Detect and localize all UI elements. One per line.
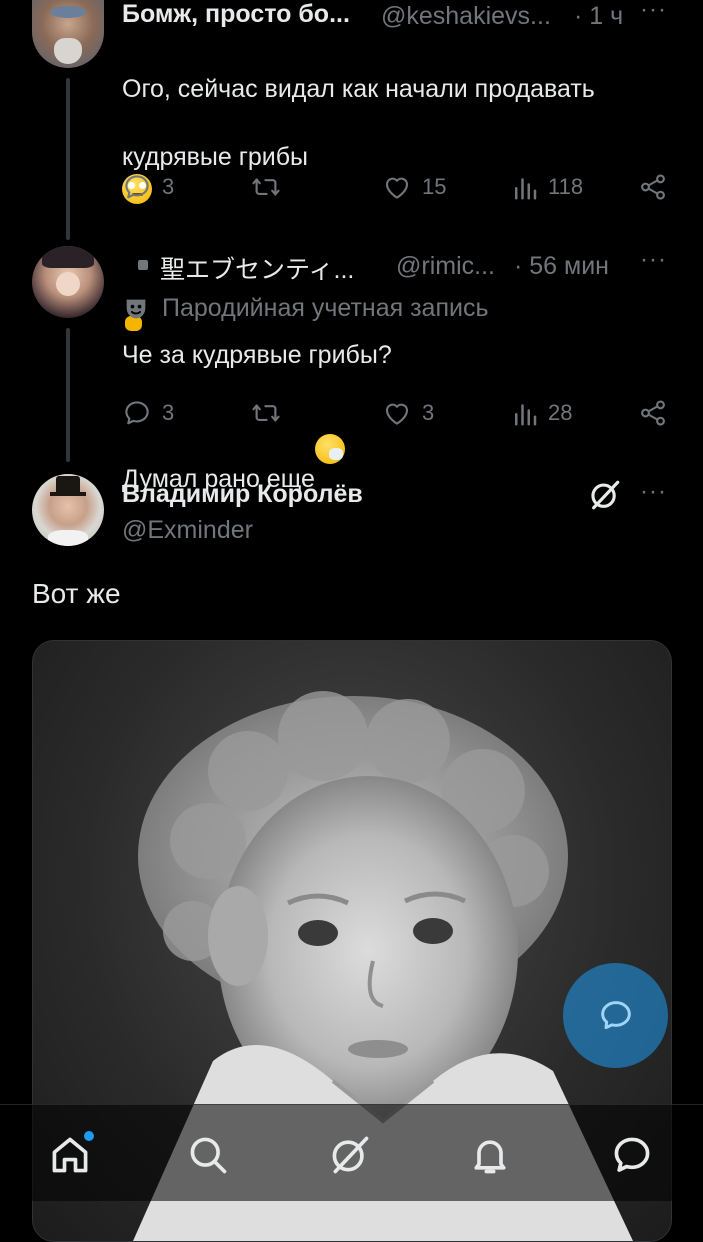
retweet-button[interactable] bbox=[250, 398, 282, 428]
grok-icon bbox=[332, 1136, 369, 1174]
thread-line bbox=[66, 328, 70, 462]
views-icon bbox=[515, 404, 537, 426]
author-name[interactable]: 聖エブセンティ... bbox=[160, 250, 354, 286]
bottom-navigation bbox=[0, 1104, 703, 1201]
parody-label: Пародийная учетная запись bbox=[162, 294, 489, 322]
like-button[interactable]: 3 bbox=[382, 398, 434, 428]
more-icon[interactable]: ··· bbox=[640, 0, 667, 24]
share-icon bbox=[641, 174, 665, 200]
nav-home[interactable] bbox=[42, 1127, 98, 1183]
thread-line bbox=[66, 78, 70, 240]
tweet-text-line: Ого, сейчас видал как начали продавать bbox=[122, 75, 595, 103]
views-count: 28 bbox=[548, 400, 573, 425]
like-count: 15 bbox=[422, 174, 447, 199]
author-name[interactable]: Владимир Королёв bbox=[122, 480, 363, 509]
views-button[interactable]: 118 bbox=[512, 172, 583, 202]
reply-icon bbox=[600, 1000, 631, 1029]
retweet-icon bbox=[252, 404, 280, 422]
reply-button[interactable]: 3 bbox=[122, 398, 174, 428]
retweet-button[interactable] bbox=[250, 172, 282, 202]
views-count: 118 bbox=[548, 174, 584, 199]
share-icon bbox=[641, 400, 665, 426]
author-handle[interactable]: @keshakievs... bbox=[381, 2, 551, 31]
messages-icon bbox=[614, 1137, 650, 1172]
views-button[interactable]: 28 bbox=[512, 398, 572, 428]
more-icon[interactable]: ··· bbox=[640, 478, 667, 506]
parody-badge: Пародийная учетная запись bbox=[122, 294, 488, 323]
nav-notifications[interactable] bbox=[462, 1127, 518, 1183]
nav-search[interactable] bbox=[180, 1127, 236, 1183]
reply-count: 3 bbox=[162, 400, 175, 425]
tweet-text-segment: кудрявые грибы bbox=[122, 143, 309, 171]
share-button[interactable] bbox=[638, 172, 668, 202]
search-icon bbox=[190, 1137, 227, 1174]
tweet-time[interactable]: · 56 мин bbox=[514, 252, 609, 281]
avatar[interactable] bbox=[32, 0, 104, 68]
reply-button[interactable]: 3 bbox=[122, 172, 174, 202]
views-icon bbox=[515, 178, 537, 200]
author-handle[interactable]: @Exminder bbox=[122, 516, 253, 545]
notifications-icon bbox=[474, 1140, 506, 1174]
avatar[interactable] bbox=[32, 246, 104, 318]
share-button[interactable] bbox=[638, 398, 668, 428]
more-icon[interactable]: ··· bbox=[640, 246, 667, 274]
like-icon bbox=[385, 403, 409, 425]
community-indicator bbox=[138, 260, 148, 270]
avatar[interactable] bbox=[32, 474, 104, 546]
author-name[interactable]: Бомж, просто бо... bbox=[122, 0, 350, 29]
sneezing-emoji-icon bbox=[314, 434, 345, 464]
like-icon bbox=[385, 177, 409, 199]
grok-icon[interactable] bbox=[588, 478, 622, 512]
parody-mask-icon bbox=[126, 299, 146, 318]
notification-dot bbox=[84, 1131, 94, 1141]
like-button[interactable]: 15 bbox=[382, 172, 446, 202]
like-count: 3 bbox=[422, 400, 435, 425]
tweet-text: Че за кудрявые грибы? bbox=[122, 341, 392, 369]
reply-icon bbox=[125, 401, 149, 425]
reply-count: 3 bbox=[162, 174, 175, 199]
nav-grok[interactable] bbox=[322, 1127, 378, 1183]
retweet-icon bbox=[252, 178, 280, 196]
tweet-time[interactable]: · 1 ч bbox=[574, 2, 623, 31]
reply-icon bbox=[125, 175, 149, 199]
main-tweet-text: Вот же bbox=[32, 578, 121, 609]
author-handle[interactable]: @rimic... bbox=[396, 252, 495, 281]
compose-button[interactable] bbox=[563, 963, 668, 1068]
nav-messages[interactable] bbox=[604, 1127, 660, 1183]
